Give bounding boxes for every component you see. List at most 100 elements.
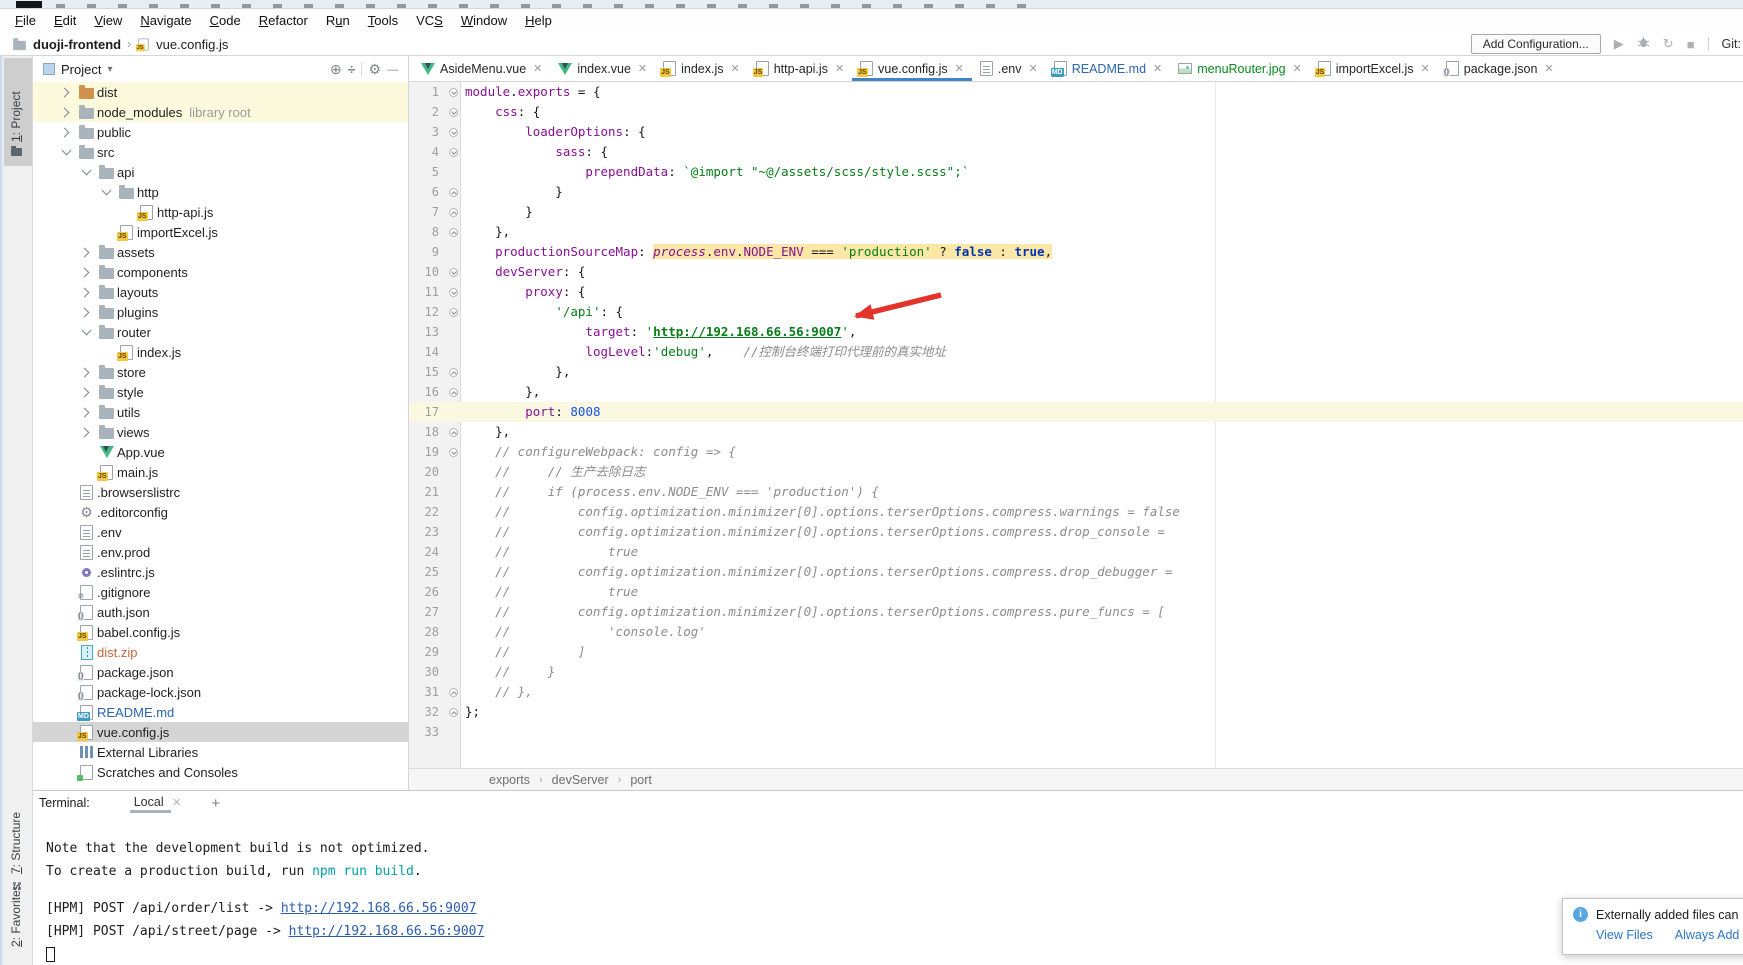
stripe-tab-favorites[interactable]: 2: Favorites bbox=[9, 884, 23, 947]
fold-marker[interactable] bbox=[445, 368, 462, 377]
tree-chevron-icon[interactable] bbox=[76, 289, 96, 296]
tree-chevron-icon[interactable] bbox=[76, 389, 96, 396]
menu-item-run[interactable]: Run bbox=[317, 9, 359, 33]
code-editor[interactable]: 1module.exports = {2 css: {3 loaderOptio… bbox=[409, 82, 1743, 742]
close-icon[interactable]: ✕ bbox=[955, 62, 964, 75]
fold-marker[interactable] bbox=[445, 428, 462, 437]
code-line-11[interactable]: 11 proxy: { bbox=[409, 282, 1743, 302]
tree-chevron-icon[interactable] bbox=[76, 369, 96, 376]
tree-item-src[interactable]: src bbox=[33, 142, 408, 162]
tree-item-router[interactable]: router bbox=[33, 322, 408, 342]
code-line-32[interactable]: 32}; bbox=[409, 702, 1743, 722]
close-icon[interactable]: ✕ bbox=[731, 62, 740, 75]
tree-item-http-api.js[interactable]: JShttp-api.js bbox=[33, 202, 408, 222]
tree-item-.eslintrc.js[interactable]: .eslintrc.js bbox=[33, 562, 408, 582]
code-line-26[interactable]: 26 // true bbox=[409, 582, 1743, 602]
tree-item-dist.zip[interactable]: dist.zip bbox=[33, 642, 408, 662]
hide-panel-icon[interactable] bbox=[387, 61, 398, 77]
stripe-tab-structure[interactable]: 7: Structure bbox=[9, 812, 23, 874]
fold-marker[interactable] bbox=[445, 128, 462, 137]
code-line-20[interactable]: 20 // // 生产去除日志 bbox=[409, 462, 1743, 482]
tree-chevron-icon[interactable] bbox=[76, 249, 96, 256]
fold-marker[interactable] bbox=[445, 688, 462, 697]
locate-file-icon[interactable] bbox=[330, 62, 342, 76]
fold-marker[interactable] bbox=[445, 288, 462, 297]
tree-item-.browserslistrc[interactable]: .browserslistrc bbox=[33, 482, 408, 502]
code-line-31[interactable]: 31 // }, bbox=[409, 682, 1743, 702]
tree-item-external-libraries[interactable]: External Libraries bbox=[33, 742, 408, 762]
editor-area[interactable]: AsideMenu.vue✕index.vue✕JSindex.js✕JShtt… bbox=[409, 56, 1743, 790]
collapse-all-icon[interactable] bbox=[348, 62, 356, 76]
editor-tab-index.js[interactable]: JSindex.js✕ bbox=[655, 56, 748, 81]
editor-tab-http-api.js[interactable]: JShttp-api.js✕ bbox=[748, 56, 852, 81]
add-configuration-button[interactable]: Add Configuration... bbox=[1471, 34, 1601, 54]
code-line-27[interactable]: 27 // config.optimization.minimizer[0].o… bbox=[409, 602, 1743, 622]
tree-chevron-icon[interactable] bbox=[76, 269, 96, 276]
editor-breadcrumb-devserver[interactable]: devServer bbox=[552, 773, 609, 787]
tree-item-.env[interactable]: .env bbox=[33, 522, 408, 542]
run-icon[interactable]: ▶ bbox=[1614, 36, 1624, 52]
editor-tab-menurouter.jpg[interactable]: menuRouter.jpg✕ bbox=[1170, 56, 1309, 81]
project-panel-title[interactable]: Project bbox=[61, 62, 101, 77]
code-line-22[interactable]: 22 // config.optimization.minimizer[0].o… bbox=[409, 502, 1743, 522]
code-line-29[interactable]: 29 // ] bbox=[409, 642, 1743, 662]
tree-chevron-icon[interactable] bbox=[56, 109, 76, 116]
code-line-3[interactable]: 3 loaderOptions: { bbox=[409, 122, 1743, 142]
run-with-coverage-icon[interactable]: ↻ bbox=[1663, 36, 1674, 52]
code-line-9[interactable]: 9 productionSourceMap: process.env.NODE_… bbox=[409, 242, 1743, 262]
tree-item-scratches-and-consoles[interactable]: Scratches and Consoles bbox=[33, 762, 408, 782]
code-line-12[interactable]: 12 '/api': { bbox=[409, 302, 1743, 322]
editor-breadcrumb-exports[interactable]: exports bbox=[489, 773, 530, 787]
fold-marker[interactable] bbox=[445, 448, 462, 457]
tree-item-style[interactable]: style bbox=[33, 382, 408, 402]
code-line-5[interactable]: 5 prependData: `@import "~@/assets/scss/… bbox=[409, 162, 1743, 182]
fold-marker[interactable] bbox=[445, 708, 462, 717]
menu-item-file[interactable]: File bbox=[6, 9, 45, 33]
close-icon[interactable]: ✕ bbox=[1421, 62, 1430, 75]
menu-item-code[interactable]: Code bbox=[201, 9, 250, 33]
tree-item-.gitignore[interactable]: ⊘.gitignore bbox=[33, 582, 408, 602]
close-icon[interactable]: ✕ bbox=[835, 62, 844, 75]
editor-tab-importexcel.js[interactable]: JSimportExcel.js✕ bbox=[1310, 56, 1438, 81]
new-terminal-icon[interactable]: + bbox=[211, 795, 220, 812]
tree-item-.env.prod[interactable]: .env.prod bbox=[33, 542, 408, 562]
code-line-15[interactable]: 15 }, bbox=[409, 362, 1743, 382]
close-icon[interactable]: ✕ bbox=[1544, 62, 1553, 75]
tree-item-views[interactable]: views bbox=[33, 422, 408, 442]
code-line-16[interactable]: 16 }, bbox=[409, 382, 1743, 402]
code-line-14[interactable]: 14 logLevel:'debug', //控制台终端打印代理前的真实地址 bbox=[409, 342, 1743, 362]
fold-marker[interactable] bbox=[445, 228, 462, 237]
close-icon[interactable]: ✕ bbox=[1293, 62, 1302, 75]
git-branch-widget[interactable]: Git: bbox=[1722, 37, 1741, 51]
menu-item-refactor[interactable]: Refactor bbox=[250, 9, 317, 33]
fold-marker[interactable] bbox=[445, 88, 462, 97]
code-line-30[interactable]: 30 // } bbox=[409, 662, 1743, 682]
menu-item-window[interactable]: Window bbox=[452, 9, 516, 33]
tree-chevron-icon[interactable] bbox=[76, 429, 96, 436]
editor-tab-asidemenu.vue[interactable]: AsideMenu.vue✕ bbox=[413, 56, 550, 81]
gear-icon[interactable] bbox=[368, 62, 381, 76]
editor-tab-readme.md[interactable]: MDREADME.md✕ bbox=[1046, 56, 1171, 81]
code-line-24[interactable]: 24 // true bbox=[409, 542, 1743, 562]
stop-icon[interactable]: ■ bbox=[1687, 37, 1695, 52]
tree-item-vue.config.js[interactable]: JSvue.config.js bbox=[33, 722, 408, 742]
tree-item-dist[interactable]: dist bbox=[33, 82, 408, 102]
code-line-6[interactable]: 6 } bbox=[409, 182, 1743, 202]
terminal-url-link[interactable]: http://192.168.66.56:9007 bbox=[281, 901, 477, 916]
tree-item-readme.md[interactable]: MDREADME.md bbox=[33, 702, 408, 722]
code-line-13[interactable]: 13 target: 'http://192.168.66.56:9007', bbox=[409, 322, 1743, 342]
tree-chevron-icon[interactable] bbox=[76, 171, 96, 174]
tree-chevron-icon[interactable] bbox=[56, 129, 76, 136]
menu-item-view[interactable]: View bbox=[85, 9, 131, 33]
breadcrumb-file[interactable]: vue.config.js bbox=[156, 37, 228, 52]
tree-item-store[interactable]: store bbox=[33, 362, 408, 382]
tree-chevron-icon[interactable] bbox=[76, 309, 96, 316]
close-icon[interactable]: ✕ bbox=[1153, 62, 1162, 75]
code-line-17[interactable]: 17 port: 8008 bbox=[409, 402, 1743, 422]
fold-marker[interactable] bbox=[445, 208, 462, 217]
tree-chevron-icon[interactable] bbox=[76, 409, 96, 416]
close-icon[interactable]: ✕ bbox=[638, 62, 647, 75]
tree-item-node-modules[interactable]: node_moduleslibrary root bbox=[33, 102, 408, 122]
code-line-21[interactable]: 21 // if (process.env.NODE_ENV === 'prod… bbox=[409, 482, 1743, 502]
tree-item-api[interactable]: api bbox=[33, 162, 408, 182]
